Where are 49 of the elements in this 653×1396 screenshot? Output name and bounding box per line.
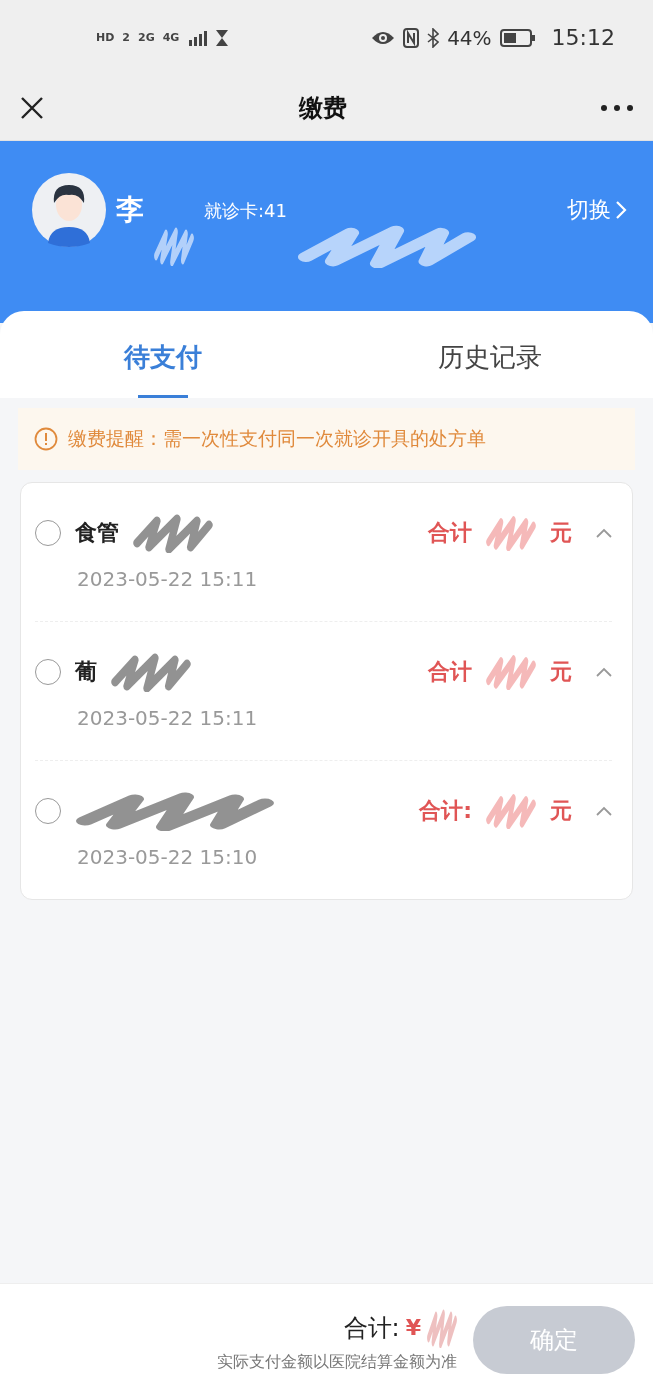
- radio-button[interactable]: [35, 659, 61, 685]
- payment-note: 实际支付金额以医院结算金额为准: [217, 1351, 457, 1373]
- tab[interactable]: 待支付: [0, 311, 327, 398]
- battery-icon: [499, 28, 536, 47]
- status-indicator: 2G: [138, 31, 155, 44]
- chevron-up-icon[interactable]: [596, 806, 612, 816]
- currency-unit: 元: [550, 797, 572, 825]
- radio-button[interactable]: [35, 798, 61, 824]
- radio-button[interactable]: [35, 520, 61, 546]
- patient-name: 李: [116, 192, 144, 228]
- redaction-scribble: [427, 1307, 457, 1348]
- clock: 15:12: [551, 25, 615, 50]
- total-label: 合计: [428, 658, 472, 686]
- currency-symbol: ¥: [405, 1315, 421, 1340]
- more-icon[interactable]: [601, 104, 633, 111]
- bluetooth-icon: [427, 27, 440, 48]
- status-indicator: 2: [122, 31, 130, 44]
- nfc-icon: [403, 27, 420, 48]
- redaction-scribble: [486, 793, 536, 829]
- currency-unit: 元: [550, 658, 572, 686]
- eye-icon: [371, 29, 396, 46]
- notice-text: 缴费提醒：需一次性支付同一次就诊开具的处方单: [68, 426, 486, 451]
- bill-date: 2023-05-22 15:10: [77, 845, 259, 869]
- redaction-scribble: [486, 654, 536, 690]
- chevron-up-icon[interactable]: [596, 667, 612, 677]
- tab[interactable]: 历史记录: [326, 311, 653, 398]
- alert-icon: [34, 427, 58, 451]
- battery-percent: 44%: [447, 25, 492, 50]
- switch-button[interactable]: 切换: [567, 173, 627, 247]
- bill-date: 2023-05-22 15:11: [77, 567, 259, 591]
- card-number: 就诊卡:41: [204, 199, 287, 223]
- bill-name: 食管: [75, 519, 119, 547]
- chevron-up-icon[interactable]: [596, 528, 612, 538]
- avatar-icon: [32, 173, 106, 247]
- total-label: 合计:: [419, 797, 472, 825]
- redaction-scribble: [486, 515, 536, 551]
- currency-unit: 元: [550, 519, 572, 547]
- bill-date: 2023-05-22 15:11: [77, 706, 259, 730]
- page-title: 缴费: [298, 92, 347, 124]
- total-label: 合计:: [343, 1312, 400, 1344]
- hourglass-icon: [215, 28, 230, 47]
- total-label: 合计: [428, 519, 472, 547]
- signal-icon: [187, 29, 208, 46]
- close-icon[interactable]: [20, 95, 44, 120]
- status-indicator: 4G: [162, 31, 180, 44]
- status-indicator: HD: [96, 31, 115, 44]
- redaction-scribble: [154, 226, 194, 266]
- chevron-right-icon: [615, 200, 627, 220]
- bill-name: 葡: [75, 658, 97, 686]
